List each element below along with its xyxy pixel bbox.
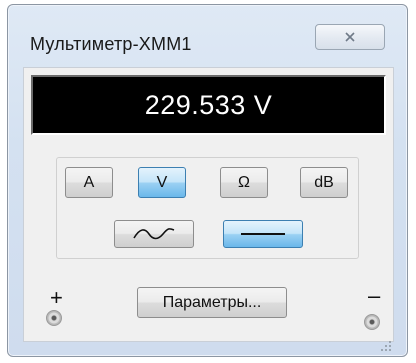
negative-terminal[interactable] xyxy=(364,314,380,330)
positive-terminal-label: + xyxy=(50,285,63,310)
mode-button-ammeter[interactable]: A xyxy=(65,167,113,198)
parameters-button-label: Параметры... xyxy=(162,293,262,311)
mode-button-voltmeter[interactable]: V xyxy=(138,167,186,198)
reading-display: 229.533 V xyxy=(31,75,386,135)
dc-line-icon xyxy=(241,233,285,235)
dc-signal-button[interactable] xyxy=(223,220,303,248)
positive-terminal[interactable] xyxy=(46,310,62,326)
mode-button-voltmeter-label: V xyxy=(156,173,168,191)
parameters-button[interactable]: Параметры... xyxy=(137,287,287,318)
sine-wave-icon xyxy=(133,228,175,240)
mode-button-ammeter-label: A xyxy=(83,173,95,191)
close-button[interactable] xyxy=(315,24,385,50)
mode-button-ohmmeter-label: Ω xyxy=(238,173,250,191)
close-x-icon xyxy=(345,32,355,42)
resize-grip-icon[interactable] xyxy=(378,338,392,352)
mode-button-decibel-label: dB xyxy=(314,173,334,191)
reading-value: 229.533 V xyxy=(144,89,273,120)
ac-signal-button[interactable] xyxy=(114,220,194,248)
window-title: Мультиметр-XMM1 xyxy=(30,34,192,54)
negative-terminal-label: – xyxy=(368,283,381,308)
mode-button-ohmmeter[interactable]: Ω xyxy=(220,167,268,198)
mode-button-decibel[interactable]: dB xyxy=(300,167,348,198)
